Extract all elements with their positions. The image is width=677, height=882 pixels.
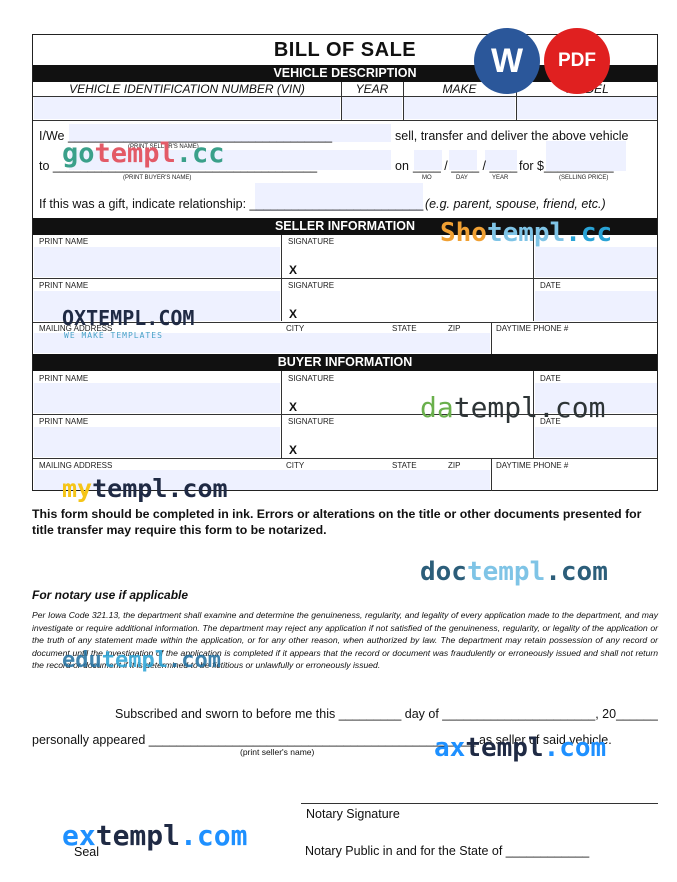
seller-signature-x: X [289, 263, 298, 277]
seller2-print-name-label: PRINT NAME [39, 281, 89, 290]
mo-caption: MO [422, 175, 432, 181]
watermark-part: templ [466, 557, 546, 587]
year-column-header: YEAR [355, 82, 389, 96]
divider [341, 82, 342, 120]
seller-city-label: CITY [286, 324, 305, 333]
watermark-part: .com [545, 557, 608, 587]
seller-date-field[interactable] [535, 247, 657, 277]
watermark-part: templ [465, 733, 544, 763]
selling-price-caption: (SELLING PRICE) [559, 175, 609, 181]
buyer-print-name-label: PRINT NAME [39, 374, 89, 383]
watermark-part: .com [543, 733, 607, 763]
watermark-part: .cc [565, 218, 613, 248]
buyer-date-label: DATE [540, 374, 561, 383]
watermark-part: .com [180, 819, 248, 852]
seller-zip-label: ZIP [448, 324, 461, 333]
vin-field[interactable] [34, 97, 340, 119]
print-buyers-name-caption: (PRINT BUYER'S NAME) [123, 175, 192, 181]
seller2-signature-x: X [289, 307, 298, 321]
watermark-part: edu [62, 648, 102, 673]
gift-line: If this was a gift, indicate relationshi… [39, 197, 424, 211]
buyer2-signature-label: SIGNATURE [288, 417, 335, 426]
notary-signature-label: Notary Signature [306, 807, 400, 821]
seller-print-name-label: PRINT NAME [39, 237, 89, 246]
year-caption: YEAR [492, 175, 509, 181]
watermark-part: .com [538, 391, 606, 424]
model-field[interactable] [517, 97, 657, 119]
buyer2-print-name-field[interactable] [34, 427, 280, 457]
watermark-part: ax [434, 733, 466, 763]
divider [491, 458, 492, 491]
watermark-part: .com [167, 474, 228, 503]
watermark-part: templ [94, 138, 176, 169]
notary-public-line: Notary Public in and for the State of __… [305, 844, 590, 858]
shotempl-watermark: Shotempl.cc [440, 218, 612, 248]
watermark-part: templ [95, 819, 181, 852]
doctempl-watermark: doctempl.com [420, 557, 608, 587]
buyer-zip-label: ZIP [448, 461, 461, 470]
seller2-date-label: DATE [540, 281, 561, 290]
divider [33, 120, 657, 121]
buyer-signature-x: X [289, 400, 298, 414]
oxtempl-watermark: OXTEMPL.COM [62, 306, 195, 330]
buyer-print-name-field[interactable] [34, 383, 280, 413]
notary-signature-line [301, 803, 658, 804]
seller-signature-label: SIGNATURE [288, 237, 335, 246]
oxtempl-tagline: WE MAKE TEMPLATES [64, 331, 163, 340]
edutempl-watermark: edutempl.com [62, 648, 221, 673]
watermark-part: ex [62, 819, 96, 852]
buyer-information-header: BUYER INFORMATION [33, 354, 657, 371]
gotempl-watermark: gotempl.cc [62, 138, 225, 169]
watermark-part: templ [101, 648, 168, 673]
pdf-download-icon[interactable]: PDF [544, 28, 610, 94]
year-field[interactable] [342, 97, 402, 119]
date-blanks: ____ / ____ / ____ [413, 159, 518, 173]
make-field[interactable] [404, 97, 515, 119]
watermark-part: Sho [440, 218, 487, 248]
seller-phone-label: DAYTIME PHONE # [496, 324, 569, 333]
buyer2-signature-x: X [289, 443, 298, 457]
divider [491, 322, 492, 354]
buyer-phone-label: DAYTIME PHONE # [496, 461, 569, 470]
divider [33, 278, 657, 279]
seller2-date-field[interactable] [535, 291, 657, 321]
mytempl-watermark: mytempl.com [62, 474, 228, 503]
ink-notice: This form should be completed in ink. Er… [32, 507, 642, 537]
watermark-part: .cc [175, 138, 225, 169]
watermark-part: templ [486, 218, 566, 248]
word-download-icon[interactable]: W [474, 28, 540, 94]
watermark-part: go [62, 138, 95, 169]
watermark-part: templ [453, 391, 539, 424]
watermark-part: templ [92, 474, 168, 503]
sworn-line: Subscribed and sworn to before me this _… [115, 707, 658, 721]
divider [33, 458, 657, 459]
datempl-watermark: datempl.com [420, 391, 605, 424]
buyer2-date-field[interactable] [535, 427, 657, 457]
buyer-signature-label: SIGNATURE [288, 374, 335, 383]
watermark-part: my [62, 474, 93, 503]
vin-column-header: VEHICLE IDENTIFICATION NUMBER (VIN) [69, 82, 305, 96]
seller-print-name-field[interactable] [34, 247, 280, 277]
buyer-city-label: CITY [286, 461, 305, 470]
price-line: for $__________ [519, 159, 614, 173]
on-label: on [395, 159, 409, 173]
watermark-part: da [420, 391, 454, 424]
notary-heading: For notary use if applicable [32, 588, 189, 602]
buyer-mailing-address-label: MAILING ADDRESS [39, 461, 113, 470]
buyer2-print-name-label: PRINT NAME [39, 417, 89, 426]
watermark-part: doc [420, 557, 467, 587]
seller-state-label: STATE [392, 324, 417, 333]
extempl-watermark: extempl.com [62, 819, 247, 852]
buyer-state-label: STATE [392, 461, 417, 470]
print-sellers-name-note: (print seller's name) [240, 747, 315, 757]
watermark-part: .com [167, 648, 221, 673]
axtempl-watermark: axtempl.com [434, 733, 606, 763]
gift-example: (e.g. parent, spouse, friend, etc.) [425, 197, 606, 211]
divider [403, 82, 404, 120]
day-caption: DAY [456, 175, 468, 181]
seller2-signature-label: SIGNATURE [288, 281, 335, 290]
